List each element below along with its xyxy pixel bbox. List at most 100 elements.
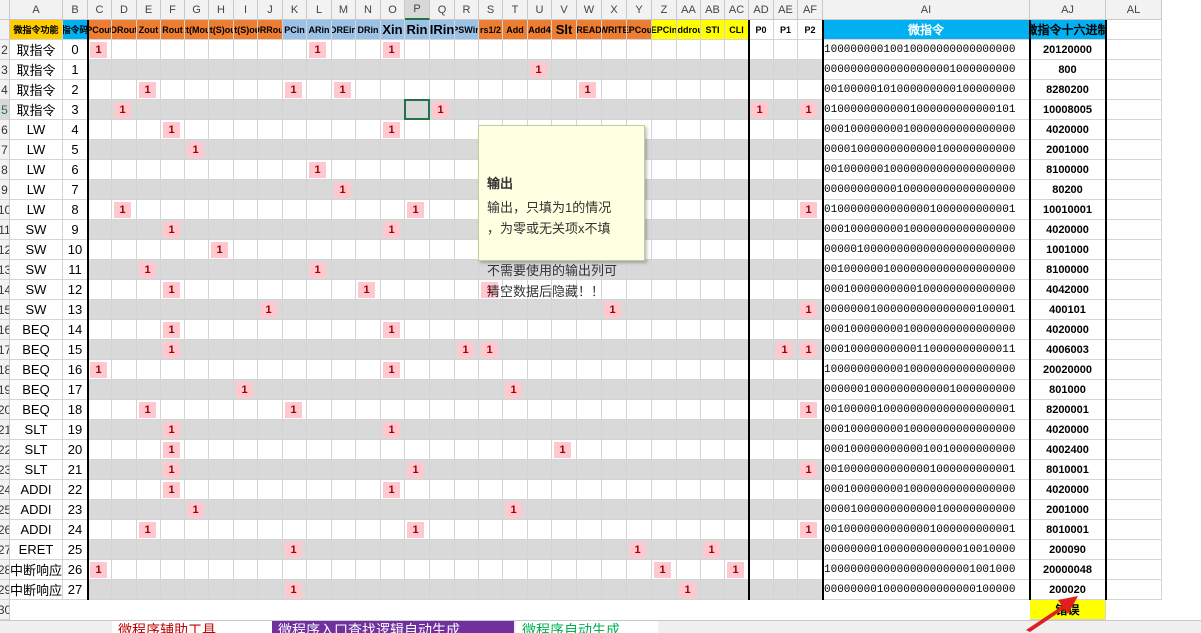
column-header-y[interactable]: Y (627, 0, 652, 20)
header-cell-5[interactable]: Rout (161, 20, 185, 40)
signal-cell[interactable] (652, 340, 677, 360)
signal-cell[interactable] (677, 360, 701, 380)
column-header-af[interactable]: AF (798, 0, 823, 20)
signal-cell[interactable] (283, 40, 307, 60)
signal-cell[interactable] (234, 320, 258, 340)
signal-cell[interactable] (356, 520, 381, 540)
signal-cell[interactable] (749, 260, 774, 280)
microinstruction-bits[interactable]: 10000000010010000000000000000 (823, 40, 1030, 60)
signal-cell[interactable] (283, 220, 307, 240)
header-cell-17[interactable]: PSWin (455, 20, 479, 40)
signal-cell[interactable] (528, 80, 552, 100)
signal-cell[interactable] (332, 500, 356, 520)
signal-cell[interactable] (209, 440, 234, 460)
signal-cell[interactable] (774, 540, 798, 560)
signal-cell[interactable] (209, 160, 234, 180)
signal-cell[interactable] (356, 420, 381, 440)
signal-cell[interactable] (701, 60, 725, 80)
state-cell[interactable]: 11 (63, 260, 88, 280)
cell-al[interactable] (1106, 220, 1162, 240)
signal-cell[interactable] (528, 420, 552, 440)
signal-cell[interactable] (479, 320, 503, 340)
microinstruction-hex[interactable]: 8100000 (1030, 160, 1106, 180)
signal-one-value[interactable]: 1 (285, 582, 302, 598)
signal-cell[interactable] (627, 480, 652, 500)
signal-cell[interactable] (283, 500, 307, 520)
signal-cell[interactable] (161, 240, 185, 260)
signal-cell[interactable] (577, 40, 602, 60)
cell-al[interactable] (1106, 140, 1162, 160)
signal-cell[interactable] (88, 340, 112, 360)
signal-cell[interactable] (430, 220, 455, 240)
signal-cell[interactable] (405, 60, 430, 80)
signal-cell[interactable] (552, 420, 577, 440)
signal-one-value[interactable]: 1 (90, 42, 107, 58)
signal-cell[interactable] (161, 560, 185, 580)
signal-cell[interactable] (602, 400, 627, 420)
signal-cell[interactable] (552, 560, 577, 580)
signal-cell[interactable] (161, 80, 185, 100)
signal-cell[interactable] (577, 400, 602, 420)
signal-cell[interactable] (774, 580, 798, 600)
signal-one-value[interactable]: 1 (800, 302, 817, 318)
signal-cell[interactable] (503, 580, 528, 600)
signal-cell[interactable] (455, 420, 479, 440)
signal-one-value[interactable]: 1 (800, 342, 817, 358)
signal-cell[interactable] (112, 240, 137, 260)
signal-cell[interactable] (677, 260, 701, 280)
signal-cell[interactable] (381, 580, 405, 600)
signal-cell[interactable] (652, 300, 677, 320)
signal-cell[interactable] (774, 320, 798, 340)
signal-cell[interactable] (258, 420, 283, 440)
signal-cell[interactable] (528, 380, 552, 400)
signal-cell[interactable] (381, 560, 405, 580)
header-cell-22[interactable]: READ (577, 20, 602, 40)
signal-cell[interactable] (798, 540, 823, 560)
row-header-7[interactable]: 7 (0, 140, 10, 160)
signal-cell[interactable] (209, 180, 234, 200)
signal-cell[interactable] (503, 340, 528, 360)
signal-cell[interactable] (137, 240, 161, 260)
row-header-15[interactable]: 15 (0, 300, 10, 320)
signal-one-value[interactable]: 1 (187, 142, 204, 158)
function-cell[interactable]: ERET (10, 540, 63, 560)
signal-cell[interactable] (455, 500, 479, 520)
microinstruction-hex[interactable]: 20120000 (1030, 40, 1106, 60)
signal-cell[interactable] (455, 540, 479, 560)
signal-cell[interactable] (749, 520, 774, 540)
microinstruction-hex[interactable]: 4042000 (1030, 280, 1106, 300)
signal-cell[interactable] (209, 220, 234, 240)
signal-cell[interactable] (798, 120, 823, 140)
signal-cell[interactable] (185, 100, 209, 120)
row-header-21[interactable]: 21 (0, 420, 10, 440)
signal-cell[interactable] (798, 500, 823, 520)
signal-cell[interactable] (798, 60, 823, 80)
cell-al[interactable] (1106, 120, 1162, 140)
signal-cell[interactable] (455, 460, 479, 480)
signal-cell[interactable] (88, 520, 112, 540)
header-cell-23[interactable]: WRITE (602, 20, 627, 40)
signal-cell[interactable] (332, 220, 356, 240)
microinstruction-bits[interactable]: 00010000000010000000000000000 (823, 220, 1030, 240)
signal-cell[interactable] (798, 260, 823, 280)
signal-cell[interactable] (701, 400, 725, 420)
signal-cell[interactable] (307, 540, 332, 560)
signal-cell[interactable] (774, 140, 798, 160)
signal-cell[interactable] (652, 440, 677, 460)
signal-cell[interactable] (798, 420, 823, 440)
signal-cell[interactable] (234, 580, 258, 600)
signal-one-value[interactable]: 1 (163, 222, 180, 238)
signal-cell[interactable] (307, 140, 332, 160)
signal-cell[interactable] (552, 460, 577, 480)
signal-cell[interactable] (652, 580, 677, 600)
sheet-tab-auto-generate[interactable]: 微程序自动生成 (516, 621, 658, 633)
microinstruction-bits[interactable]: 00010000000010000000000000000 (823, 420, 1030, 440)
signal-cell[interactable] (88, 540, 112, 560)
signal-cell[interactable] (479, 360, 503, 380)
signal-cell[interactable] (307, 340, 332, 360)
signal-cell[interactable] (749, 320, 774, 340)
signal-one-value[interactable]: 1 (90, 562, 107, 578)
signal-one-value[interactable]: 1 (334, 182, 351, 198)
signal-cell[interactable] (137, 420, 161, 440)
signal-cell[interactable] (677, 440, 701, 460)
